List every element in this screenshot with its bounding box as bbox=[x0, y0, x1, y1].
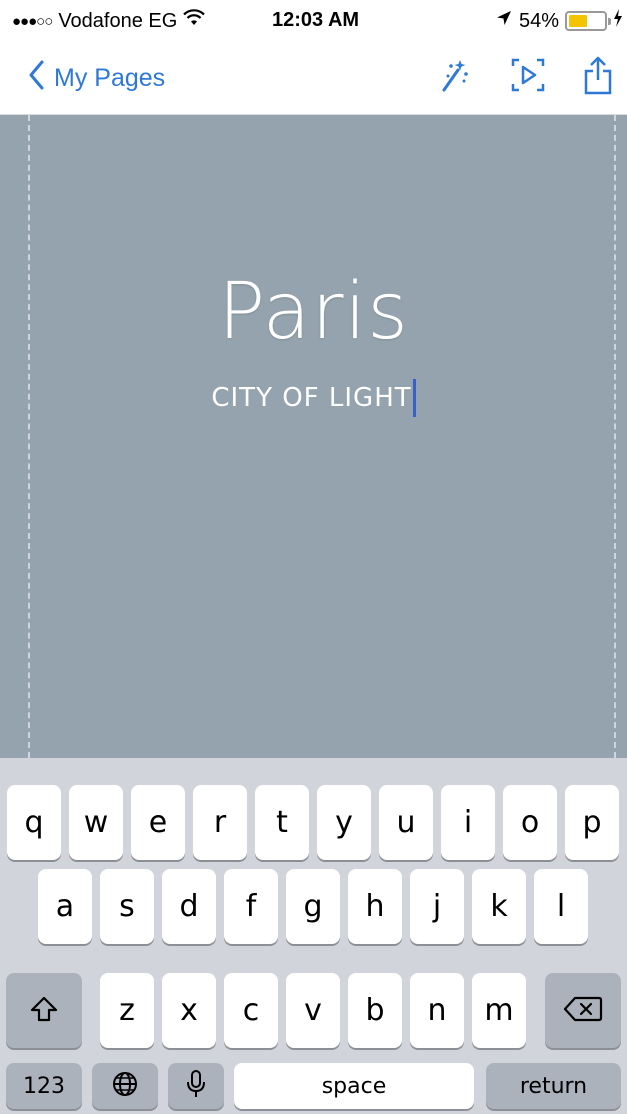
wifi-icon bbox=[183, 9, 206, 33]
status-right: 54% bbox=[495, 9, 623, 33]
key-z[interactable]: z bbox=[100, 973, 154, 1048]
key-h[interactable]: h bbox=[348, 869, 402, 944]
key-m[interactable]: m bbox=[472, 973, 526, 1048]
keyboard: qwertyuiop asdfghjkl zxcvbnm 123 space r… bbox=[0, 758, 627, 1114]
key-p[interactable]: p bbox=[565, 785, 619, 860]
status-time: 12:03 AM bbox=[272, 9, 360, 31]
key-a[interactable]: a bbox=[38, 869, 92, 944]
space-key[interactable]: space bbox=[234, 1063, 474, 1109]
key-b[interactable]: b bbox=[348, 973, 402, 1048]
key-q[interactable]: q bbox=[7, 785, 61, 860]
key-v[interactable]: v bbox=[286, 973, 340, 1048]
location-arrow-icon bbox=[495, 9, 513, 33]
dictation-key[interactable] bbox=[168, 1063, 224, 1109]
battery-icon bbox=[565, 11, 611, 31]
page-subtitle[interactable]: CITY OF LIGHT bbox=[211, 383, 411, 413]
key-k[interactable]: k bbox=[472, 869, 526, 944]
key-s[interactable]: s bbox=[100, 869, 154, 944]
status-bar: ●●●○○ Vodafone EG 12:03 AM 54% bbox=[0, 0, 627, 40]
text-cursor bbox=[412, 379, 416, 417]
key-e[interactable]: e bbox=[131, 785, 185, 860]
shift-key[interactable] bbox=[6, 973, 82, 1048]
page-title[interactable]: Paris bbox=[0, 267, 627, 357]
page-canvas[interactable]: Paris CITY OF LIGHT bbox=[0, 115, 627, 758]
microphone-icon bbox=[186, 1069, 206, 1103]
key-c[interactable]: c bbox=[224, 973, 278, 1048]
key-o[interactable]: o bbox=[503, 785, 557, 860]
status-left: ●●●○○ Vodafone EG bbox=[12, 9, 206, 33]
back-button-label: My Pages bbox=[54, 64, 166, 92]
key-n[interactable]: n bbox=[410, 973, 464, 1048]
key-r[interactable]: r bbox=[193, 785, 247, 860]
navigation-bar: My Pages bbox=[0, 40, 627, 115]
magic-wand-icon[interactable] bbox=[438, 56, 470, 99]
key-l[interactable]: l bbox=[534, 869, 588, 944]
bolt-icon bbox=[613, 9, 623, 33]
margin-guide-right bbox=[614, 115, 616, 758]
signal-strength-indicator: ●●●○○ bbox=[12, 12, 53, 30]
key-t[interactable]: t bbox=[255, 785, 309, 860]
margin-guide-left bbox=[28, 115, 30, 758]
key-g[interactable]: g bbox=[286, 869, 340, 944]
battery-percent: 54% bbox=[518, 9, 559, 32]
key-w[interactable]: w bbox=[69, 785, 123, 860]
play-preview-icon[interactable] bbox=[510, 56, 546, 99]
carrier-name: Vodafone EG bbox=[58, 9, 178, 32]
key-j[interactable]: j bbox=[410, 869, 464, 944]
key-d[interactable]: d bbox=[162, 869, 216, 944]
globe-icon bbox=[111, 1070, 139, 1102]
key-y[interactable]: y bbox=[317, 785, 371, 860]
key-i[interactable]: i bbox=[441, 785, 495, 860]
battery-level bbox=[569, 15, 588, 27]
key-f[interactable]: f bbox=[224, 869, 278, 944]
return-key[interactable]: return bbox=[486, 1063, 621, 1109]
numbers-key[interactable]: 123 bbox=[6, 1063, 82, 1109]
backspace-icon bbox=[563, 995, 603, 1027]
globe-key[interactable] bbox=[92, 1063, 158, 1109]
key-x[interactable]: x bbox=[162, 973, 216, 1048]
back-button[interactable]: My Pages bbox=[28, 60, 165, 97]
shift-arrow-icon bbox=[29, 994, 59, 1028]
delete-key[interactable] bbox=[545, 973, 621, 1048]
subtitle-row: CITY OF LIGHT bbox=[0, 379, 627, 417]
share-icon[interactable] bbox=[583, 56, 613, 101]
key-u[interactable]: u bbox=[379, 785, 433, 860]
chevron-left-icon bbox=[28, 60, 44, 97]
